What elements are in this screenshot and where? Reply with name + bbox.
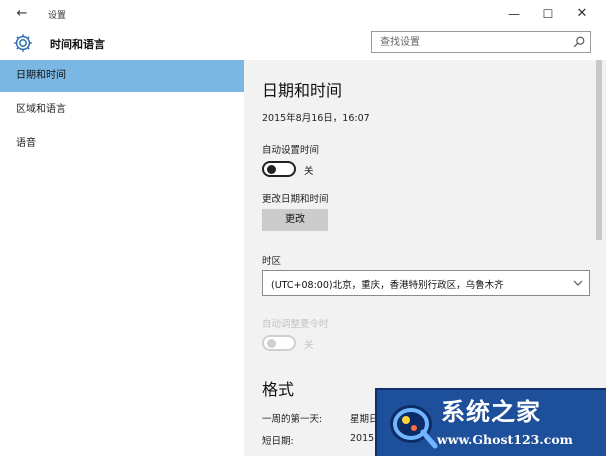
timezone-select[interactable]: (UTC+08:00)北京，重庆，香港特别行政区，乌鲁木齐 (262, 270, 590, 296)
short-date-value: 2015 (350, 433, 375, 444)
auto-time-toggle[interactable] (262, 161, 296, 177)
first-day-label: 一周的第一天: (262, 414, 323, 425)
current-datetime: 2015年8月16日，16:07 (262, 113, 370, 124)
scrollbar[interactable] (596, 60, 602, 240)
settings-window: ← 设置 — ☐ ✕ 时间和语言 日期和时间 区域和语言 语音 日期和时间 20… (0, 0, 606, 456)
format-heading: 格式 (262, 380, 295, 399)
change-datetime-label: 更改日期和时间 (262, 194, 329, 205)
change-button[interactable]: 更改 (262, 209, 328, 231)
auto-dst-toggle[interactable] (262, 335, 296, 351)
short-date-label: 短日期: (262, 436, 294, 447)
timezone-value: (UTC+08:00)北京，重庆，香港特别行政区，乌鲁木齐 (271, 280, 504, 291)
search-icon[interactable] (572, 35, 586, 49)
toggle-knob (267, 165, 276, 174)
sidebar-item-speech[interactable]: 语音 (0, 128, 244, 160)
watermark: 系统之家 www.Ghost123.com (375, 388, 606, 456)
window-title: 设置 (48, 11, 67, 21)
sidebar-item-date-time[interactable]: 日期和时间 (0, 60, 244, 92)
sidebar: 日期和时间 区域和语言 语音 (0, 60, 244, 456)
chevron-down-icon (573, 280, 583, 286)
search-input[interactable] (372, 32, 570, 52)
minimize-button[interactable]: — (502, 4, 526, 24)
auto-time-label: 自动设置时间 (262, 145, 320, 156)
auto-dst-state: 关 (304, 340, 314, 351)
page-title: 时间和语言 (50, 38, 105, 51)
back-arrow-icon[interactable]: ← (14, 6, 30, 22)
auto-time-state: 关 (304, 166, 314, 177)
sidebar-item-region-language[interactable]: 区域和语言 (0, 94, 244, 126)
watermark-url: www.Ghost123.com (437, 432, 573, 447)
section-heading: 日期和时间 (262, 81, 343, 100)
maximize-button[interactable]: ☐ (536, 4, 560, 24)
timezone-label: 时区 (262, 256, 282, 267)
close-button[interactable]: ✕ (570, 4, 594, 24)
title-bar: ← 设置 — ☐ ✕ (0, 0, 606, 28)
toggle-knob (267, 339, 276, 348)
gear-icon (14, 34, 32, 52)
search-box[interactable] (371, 31, 591, 53)
ghost-logo-icon (390, 405, 438, 449)
auto-dst-label: 自动调整夏令时 (262, 319, 329, 330)
watermark-name: 系统之家 (441, 397, 541, 426)
